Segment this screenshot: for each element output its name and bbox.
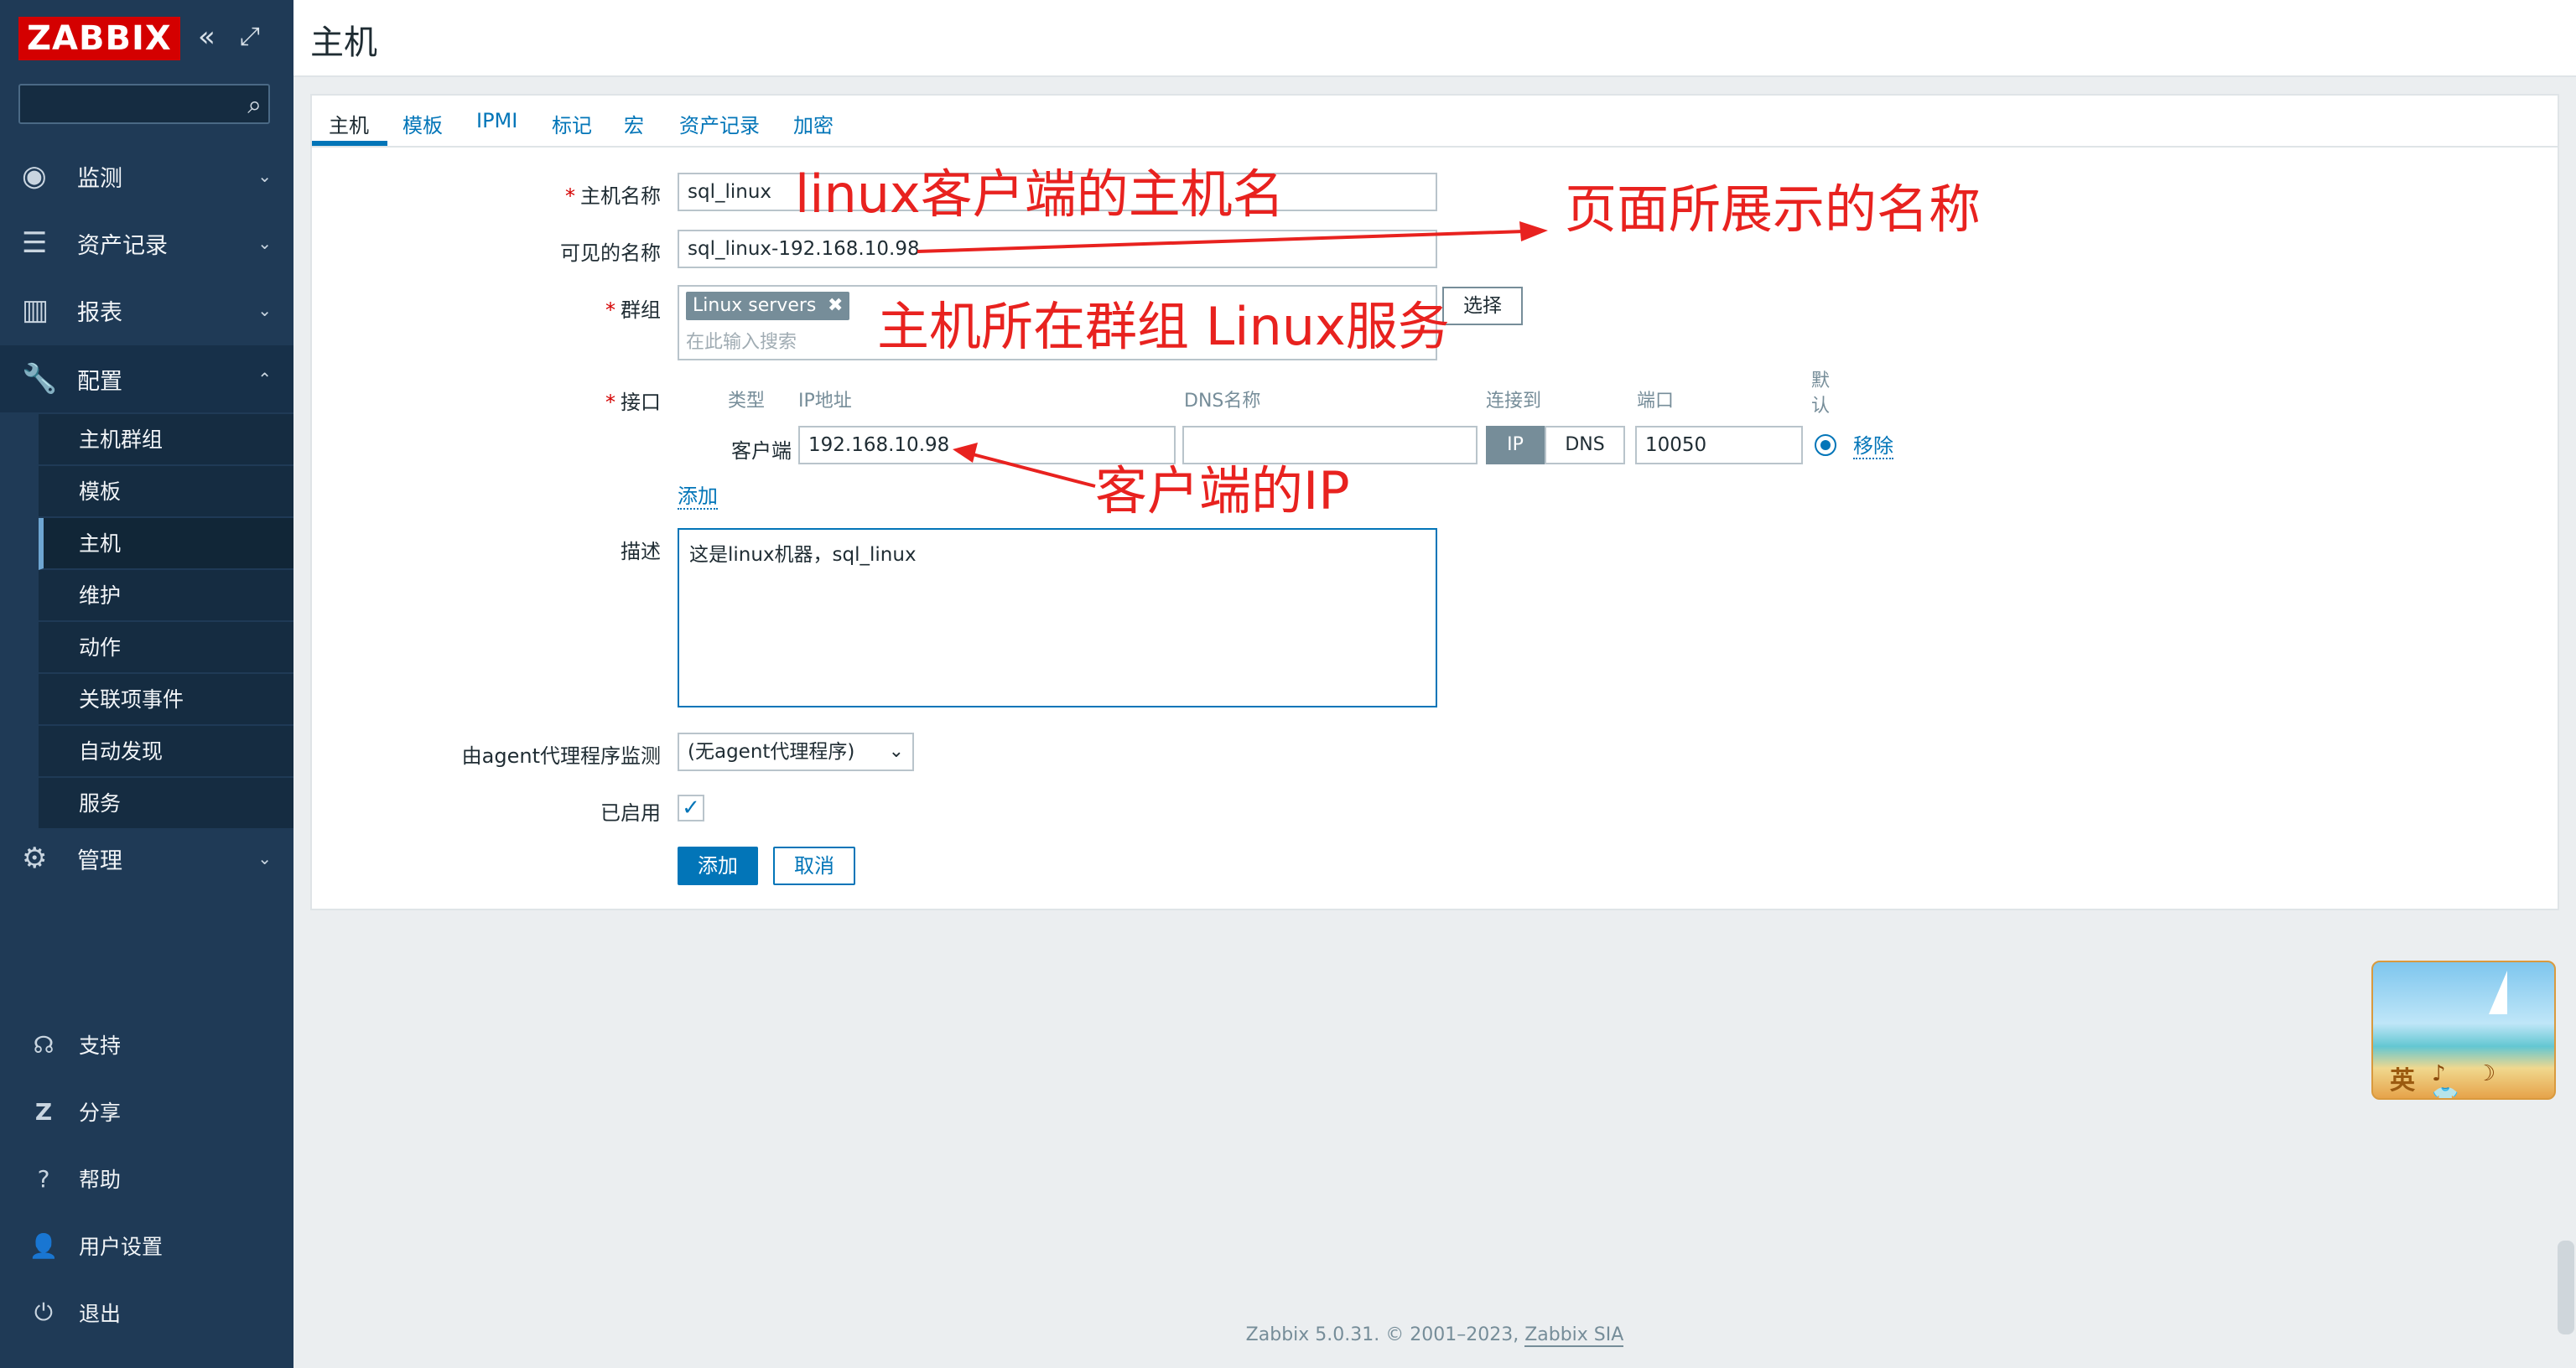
annotation-arrows	[917, 221, 1548, 488]
footer: Zabbix 5.0.31. © 2001–2023, Zabbix SIA	[293, 1324, 2576, 1347]
ime-tool-icons: ♪ ☽ 👕	[2432, 1061, 2508, 1100]
input-method-widget[interactable]: 英 ♪ ☽ 👕	[2371, 961, 2556, 1100]
page-scrollbar[interactable]	[2558, 1241, 2574, 1334]
ime-language-label: 英	[2390, 1066, 2415, 1096]
footer-text: Zabbix 5.0.31. © 2001–2023,	[1245, 1324, 1525, 1345]
sailboat-icon	[2489, 971, 2507, 1014]
footer-link[interactable]: Zabbix SIA	[1524, 1324, 1624, 1347]
